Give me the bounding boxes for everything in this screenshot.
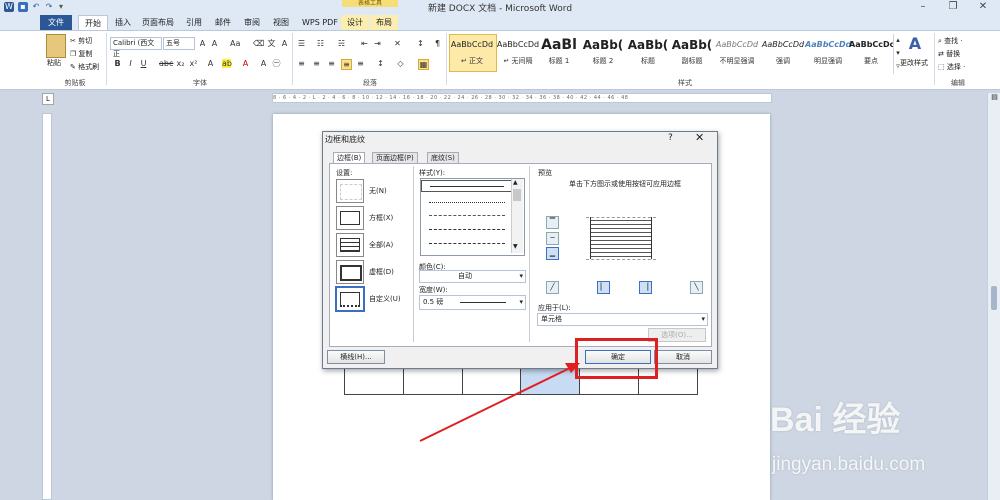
baidu-watermark: Bai 经验 jingyan.baidu.com bbox=[770, 392, 995, 492]
watermark-url: jingyan.baidu.com bbox=[772, 454, 926, 475]
arrow-shaft bbox=[419, 367, 571, 442]
watermark-brand: Bai 经验 bbox=[770, 401, 901, 439]
arrow-head bbox=[565, 363, 580, 373]
